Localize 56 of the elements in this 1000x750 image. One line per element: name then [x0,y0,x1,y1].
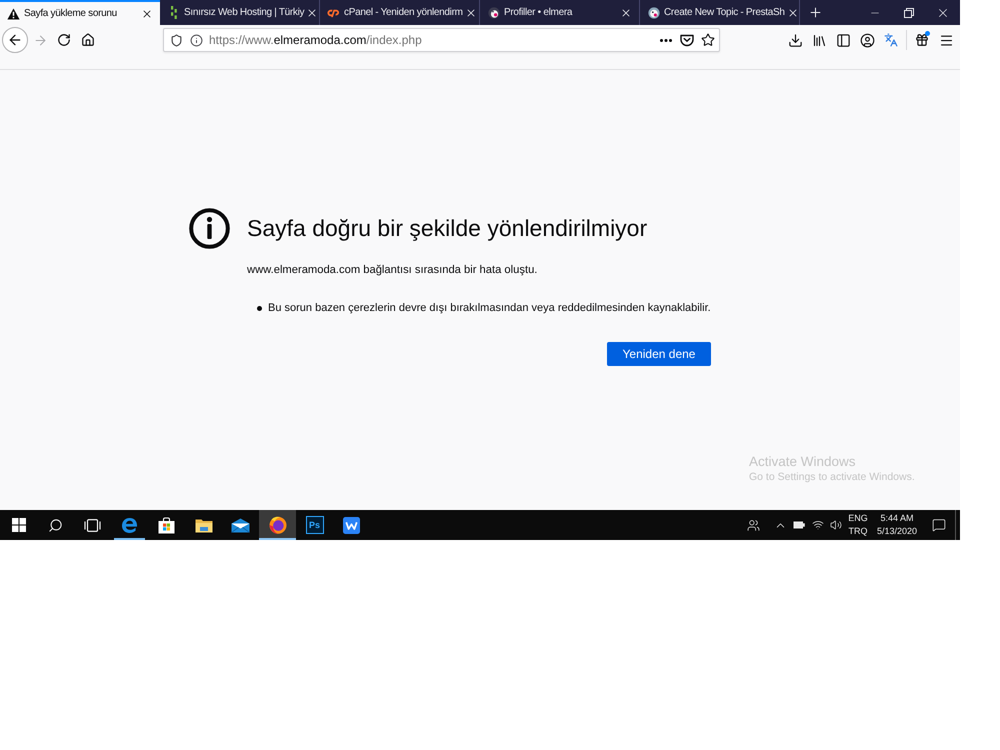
volume-icon [830,519,842,531]
shield-icon[interactable] [170,34,183,46]
error-title: Sayfa doğru bir şekilde yönlendirilmiyor [247,214,648,243]
chevron-tray-icon [680,34,694,46]
library-icon [812,32,826,48]
close-icon [464,6,477,18]
swirl-logo-icon [327,8,340,18]
forward-arrow-icon [32,32,48,48]
task-view-icon [84,518,101,532]
taskbar-button[interactable]: Ps [296,510,333,540]
close-icon [786,6,799,18]
warning-icon [7,8,20,20]
close-icon [141,8,153,20]
close-icon [306,6,318,18]
info-icon[interactable] [190,34,203,46]
shopping-bag-icon [158,516,175,534]
folder-icon [194,518,212,532]
bullet-icon [257,306,262,310]
restore-icon [904,8,914,18]
battery-icon [793,521,805,529]
more-icon [660,38,672,42]
try-again-button[interactable]: Yeniden dene [607,342,711,366]
download-icon [788,32,802,48]
windows-logo-icon [12,518,26,532]
document-logo-icon [343,516,360,534]
search-icon [48,518,63,532]
notification-icon [932,518,946,532]
globe-logo-icon [268,516,286,534]
address-bar[interactable]: https://www.elmeramoda.com/index.php [163,28,720,52]
back-button[interactable] [2,27,28,53]
close-icon [620,6,632,18]
info-icon [189,208,230,249]
people-icon [746,518,760,532]
swirl-logo-icon [121,516,138,534]
error-message: www.elmeramoda.com bağlantısı sırasında bir hata oluştu. [247,263,538,278]
bird-logo-icon [648,6,660,18]
plus-icon [808,5,822,20]
mail-icon [231,518,250,532]
taskbar-button[interactable] [259,510,296,540]
bookmark-button[interactable] [699,31,717,49]
bird-logo-icon [488,6,500,18]
sidebar-icon [836,32,850,48]
menu-icon [938,32,954,48]
translate-icon [884,33,898,47]
star-icon [701,33,715,47]
reload-icon [57,33,71,47]
browser-tab[interactable]: Sayfa yükleme sorunu [0,0,160,25]
error-hint: Bu sorun bazen çerezlerin devre dışı bırakılmasından veya reddedilmesinden kaynaklabilir. [268,301,711,316]
account-icon [860,32,874,48]
bars-icon [170,6,178,19]
clock-button[interactable]: 5:44 AM 5/13/2020 [871,510,923,540]
gift-icon [915,33,929,47]
language-button[interactable]: ENG TRQ [845,510,871,540]
app-logo: Ps [306,516,324,534]
url-text: https://www.elmeramoda.com/index.php [209,32,422,49]
home-icon [81,33,95,47]
